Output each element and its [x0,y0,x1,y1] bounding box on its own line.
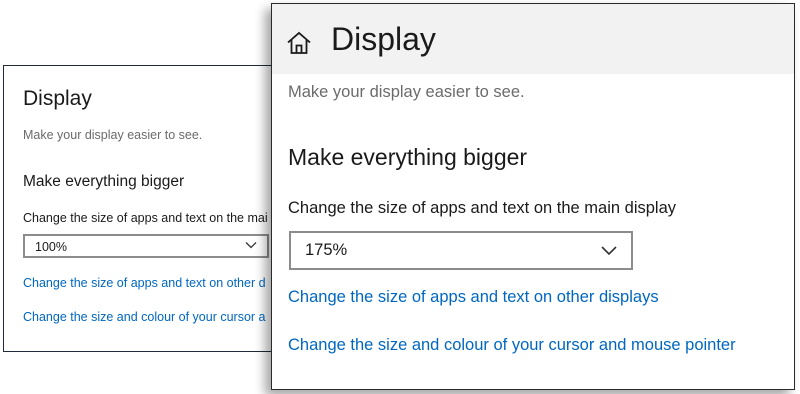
page-title: Display [331,21,436,57]
link-cursor-pointer[interactable]: Change the size and colour of your curso… [288,336,736,355]
scale-label: Change the size of apps and text on the … [288,199,676,217]
scale-dropdown[interactable]: 100% [23,234,269,258]
screenshot-comparison: Display Make your display easier to see.… [0,0,800,394]
scale-dropdown[interactable]: 175% [289,231,633,270]
scale-dropdown-value: 100% [35,240,67,254]
link-cursor-pointer[interactable]: Change the size and colour of your curso… [23,310,266,324]
link-other-displays[interactable]: Change the size of apps and text on othe… [288,288,659,307]
page-subtitle: Make your display easier to see. [23,128,203,142]
page-subtitle: Make your display easier to see. [288,83,525,101]
display-settings-window-100: Display Make your display easier to see.… [3,65,303,352]
chevron-down-icon [601,246,617,256]
section-heading: Make everything bigger [288,144,528,170]
scale-label: Change the size of apps and text on the … [23,211,268,225]
page-title: Display [23,87,92,110]
chevron-down-icon [245,242,257,249]
section-heading: Make everything bigger [23,173,185,190]
scale-dropdown-value: 175% [305,241,348,259]
home-icon[interactable] [286,30,312,56]
link-other-displays[interactable]: Change the size of apps and text on othe… [23,276,266,290]
display-settings-window-175: Display Make your display easier to see.… [271,3,795,390]
